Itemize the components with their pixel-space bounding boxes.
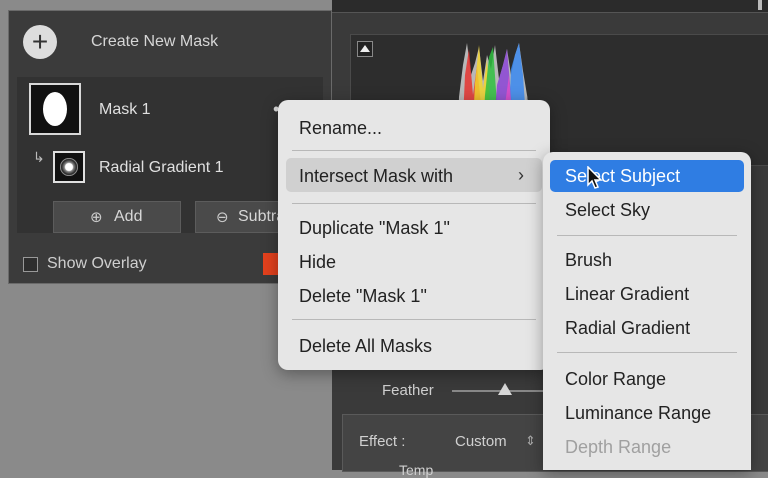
menu-item-duplicate[interactable]: Duplicate "Mask 1" xyxy=(278,212,550,242)
feather-slider-thumb[interactable] xyxy=(498,383,512,395)
submenu-item-depth-range: Depth Range xyxy=(543,431,751,463)
menu-item-label: Delete "Mask 1" xyxy=(299,286,427,306)
menu-item-label: Hide xyxy=(299,252,337,272)
submenu-item-brush[interactable]: Brush xyxy=(543,244,751,276)
add-button-label: Add xyxy=(114,208,143,225)
menu-item-hide[interactable]: Hide xyxy=(278,246,550,276)
menu-item-rename[interactable]: Rename... xyxy=(278,112,550,142)
mask-context-menu: Rename... Intersect Mask with › Duplicat… xyxy=(278,100,550,370)
submenu-divider xyxy=(557,352,737,353)
submenu-item-select-sky[interactable]: Select Sky xyxy=(543,194,751,226)
mask-shape xyxy=(43,92,67,126)
mouse-cursor-icon xyxy=(587,166,603,189)
child-arrow-icon: ↳ xyxy=(33,149,45,165)
chevron-right-icon: › xyxy=(518,165,524,185)
submenu-item-label: Brush xyxy=(565,250,613,270)
submenu-item-label: Linear Gradient xyxy=(565,284,690,304)
subtract-mask-icon: ⊖ xyxy=(216,209,229,226)
menu-divider xyxy=(292,150,536,151)
mask-thumbnail[interactable] xyxy=(29,83,81,135)
feather-label: Feather xyxy=(382,382,434,399)
submenu-item-linear-gradient[interactable]: Linear Gradient xyxy=(543,278,751,310)
effect-label: Effect : xyxy=(359,433,406,450)
submenu-item-label: Select Sky xyxy=(565,200,651,220)
panel-edge-marker xyxy=(758,0,762,10)
submenu-item-select-subject[interactable]: Select Subject xyxy=(550,160,744,192)
menu-item-delete[interactable]: Delete "Mask 1" xyxy=(278,280,550,310)
menu-item-delete-all-masks[interactable]: Delete All Masks xyxy=(278,330,550,360)
show-overlay-label[interactable]: Show Overlay xyxy=(47,255,147,273)
submenu-item-label: Radial Gradient xyxy=(565,318,691,338)
plus-icon[interactable]: + xyxy=(23,25,57,59)
submenu-item-label: Depth Range xyxy=(565,437,672,457)
submenu-item-label: Select Subject xyxy=(565,166,681,186)
menu-item-label: Duplicate "Mask 1" xyxy=(299,218,450,238)
effect-preset-select[interactable]: Custom xyxy=(455,433,507,450)
create-new-mask-label[interactable]: Create New Mask xyxy=(91,33,218,51)
submenu-item-luminance-range[interactable]: Luminance Range xyxy=(543,397,751,429)
menu-divider xyxy=(292,203,536,204)
radial-gradient-shape xyxy=(60,158,78,176)
menu-item-label: Rename... xyxy=(299,118,383,138)
create-new-mask-row[interactable]: + Create New Mask xyxy=(9,11,331,73)
intersect-submenu: Select Subject Select Sky Brush Linear G… xyxy=(543,152,751,470)
submenu-item-label: Color Range xyxy=(565,369,667,389)
menu-item-label: Intersect Mask with xyxy=(299,166,454,186)
menu-divider xyxy=(292,319,536,320)
mask-name[interactable]: Mask 1 xyxy=(99,101,151,119)
submenu-item-color-range[interactable]: Color Range xyxy=(543,363,751,395)
chevron-updown-icon[interactable]: ⇕ xyxy=(525,433,536,449)
menu-item-label: Delete All Masks xyxy=(299,336,433,356)
submenu-divider xyxy=(557,235,737,236)
show-overlay-checkbox[interactable] xyxy=(23,257,38,272)
radial-gradient-thumbnail[interactable] xyxy=(53,151,85,183)
temp-label: Temp xyxy=(399,462,434,478)
add-button[interactable]: ⊕ Add xyxy=(53,201,181,233)
submenu-item-label: Luminance Range xyxy=(565,403,712,423)
submenu-item-radial-gradient[interactable]: Radial Gradient xyxy=(543,312,751,344)
component-name[interactable]: Radial Gradient 1 xyxy=(99,159,224,177)
menu-item-intersect-mask-with[interactable]: Intersect Mask with › xyxy=(278,160,550,190)
add-mask-icon: ⊕ xyxy=(90,209,103,226)
top-toolbar-strip xyxy=(332,0,768,13)
